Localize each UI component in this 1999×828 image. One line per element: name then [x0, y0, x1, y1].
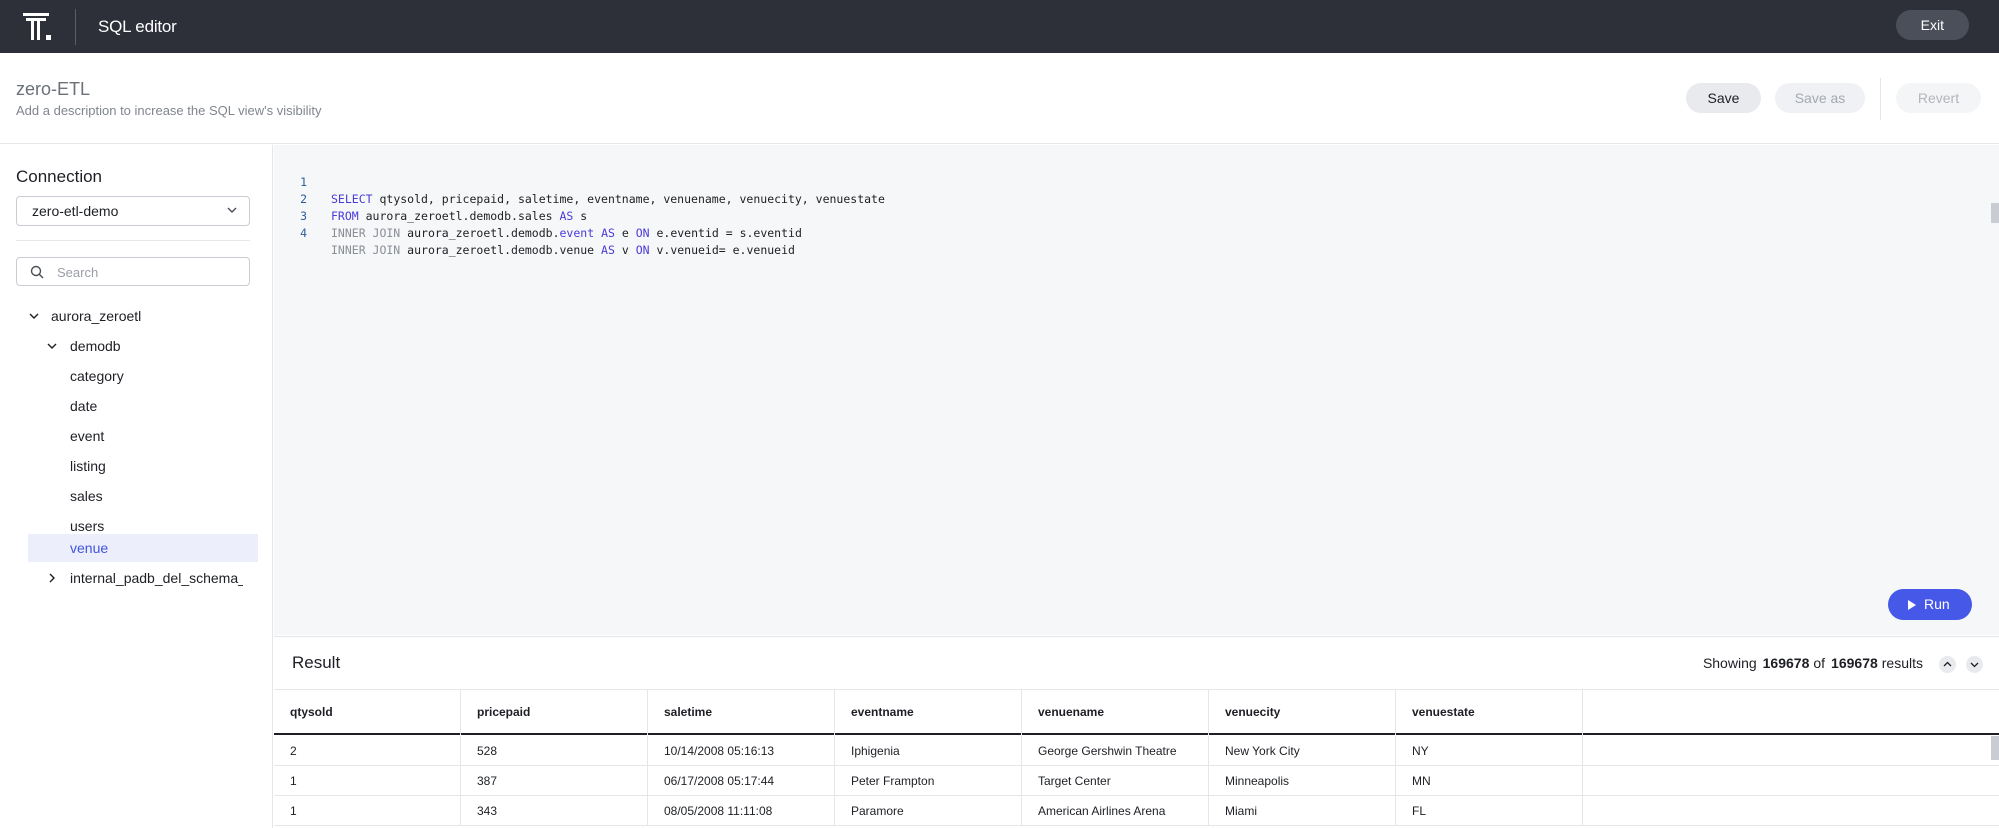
tree-item-category[interactable]: category	[28, 362, 258, 390]
tree-item-listing[interactable]: listing	[28, 452, 258, 480]
table-scrollbar[interactable]	[1991, 736, 1999, 760]
search-icon	[30, 265, 44, 279]
tree-item-label: category	[70, 368, 124, 384]
table-cell: 387	[461, 766, 648, 796]
column-header-venuestate[interactable]: venuestate	[1396, 690, 1583, 735]
result-header: Result Showing 169678 of 169678 results	[274, 636, 1999, 690]
column-header-qtysold[interactable]: qtysold	[274, 690, 461, 735]
tree-item-label: demodb	[70, 338, 121, 354]
table-cell: Iphigenia	[835, 736, 1022, 766]
connection-value: zero-etl-demo	[32, 203, 119, 219]
table-row[interactable]: 1 343 08/05/2008 11:11:08 Paramore Ameri…	[274, 796, 1999, 826]
chevron-down-icon	[29, 313, 39, 319]
tree-item-label: internal_padb_del_schema_	[70, 570, 243, 586]
connection-select[interactable]: zero-etl-demo	[16, 196, 250, 226]
table-cell: MN	[1396, 766, 1583, 796]
table-row[interactable]: 1 387 06/17/2008 05:17:44 Peter Frampton…	[274, 766, 1999, 796]
tree-item-date[interactable]: date	[28, 392, 258, 420]
result-count: Showing 169678 of 169678 results	[1702, 655, 1923, 671]
run-label: Run	[1924, 596, 1950, 612]
editor-scrollbar[interactable]	[1991, 203, 1999, 223]
column-header-venuename[interactable]: venuename	[1022, 690, 1209, 735]
table-cell: New York City	[1209, 736, 1396, 766]
table-cell: George Gershwin Theatre	[1022, 736, 1209, 766]
search-input[interactable]	[57, 263, 237, 281]
table-cell: Paramore	[835, 796, 1022, 826]
tree-item-event[interactable]: event	[28, 422, 258, 450]
revert-button[interactable]: Revert	[1896, 83, 1981, 113]
run-button[interactable]: Run	[1888, 589, 1972, 620]
exit-button[interactable]: Exit	[1895, 10, 1969, 40]
tree-item-internal-padb-del-schema[interactable]: internal_padb_del_schema_	[28, 564, 243, 592]
view-header: zero-ETL Add a description to increase t…	[0, 53, 1999, 144]
code-text: INNER JOIN aurora_zeroetl.demodb.event A…	[331, 226, 802, 240]
table-cell: 528	[461, 736, 648, 766]
tree-item-venue[interactable]: venue	[28, 534, 258, 562]
tree-item-label: event	[70, 428, 105, 444]
table-cell: FL	[1396, 796, 1583, 826]
table-cell: Peter Frampton	[835, 766, 1022, 796]
tree-item-label: listing	[70, 458, 106, 474]
table-cell: American Airlines Arena	[1022, 796, 1209, 826]
table-cell: 343	[461, 796, 648, 826]
view-description[interactable]: Add a description to increase the SQL vi…	[16, 103, 321, 118]
result-title: Result	[292, 653, 341, 672]
table-cell: 08/05/2008 11:11:08	[648, 796, 835, 826]
save-as-button[interactable]: Save as	[1775, 83, 1865, 113]
tree-item-aurora-zeroetl[interactable]: aurora_zeroetl	[28, 302, 258, 330]
table-cell: Minneapolis	[1209, 766, 1396, 796]
chevron-down-icon	[1970, 662, 1979, 668]
play-icon	[1908, 600, 1916, 610]
tree-item-demodb[interactable]: demodb	[28, 332, 258, 360]
table-header: qtysold pricepaid saletime eventname ven…	[274, 690, 1999, 735]
chevron-right-icon	[49, 573, 55, 583]
line-number: 4	[300, 226, 307, 240]
chevron-down-icon	[227, 207, 237, 213]
column-header-venuecity[interactable]: venuecity	[1209, 690, 1396, 735]
app-title: SQL editor	[98, 16, 177, 36]
code-line: 3 INNER JOIN aurora_zeroetl.demodb.event…	[274, 191, 1874, 240]
save-button[interactable]: Save	[1686, 83, 1761, 113]
table-cell: 2	[274, 736, 461, 766]
topbar-divider	[75, 8, 76, 45]
column-header-pricepaid[interactable]: pricepaid	[461, 690, 648, 735]
table-row[interactable]: 2 528 10/14/2008 05:16:13 Iphigenia Geor…	[274, 736, 1999, 766]
chevron-down-icon	[47, 343, 57, 349]
column-header-eventname[interactable]: eventname	[835, 690, 1022, 735]
column-header-saletime[interactable]: saletime	[648, 690, 835, 735]
schema-sidebar: Connection zero-etl-demo aurora_zeroetl …	[0, 145, 273, 828]
table-cell: Miami	[1209, 796, 1396, 826]
code-line: 2 FROM aurora_zeroetl.demodb.sales AS s	[274, 174, 1874, 223]
tree-item-label: sales	[70, 488, 103, 504]
table-cell: 1	[274, 796, 461, 826]
sidebar-divider	[16, 240, 250, 241]
search-field[interactable]	[16, 257, 250, 286]
scroll-down-button[interactable]	[1966, 656, 1983, 673]
tree-item-sales[interactable]: sales	[28, 482, 258, 510]
thoughtspot-logo-icon[interactable]	[23, 12, 53, 41]
scroll-up-button[interactable]	[1939, 656, 1956, 673]
table-cell: 1	[274, 766, 461, 796]
code-line: 1 SELECT qtysold, pricepaid, saletime, e…	[274, 157, 1874, 206]
tree-item-label: aurora_zeroetl	[51, 308, 142, 324]
connection-label: Connection	[16, 167, 103, 186]
table-cell: Target Center	[1022, 766, 1209, 796]
table-cell: NY	[1396, 736, 1583, 766]
sql-editor[interactable]: 1 SELECT qtysold, pricepaid, saletime, e…	[274, 145, 1999, 635]
view-title[interactable]: zero-ETL	[16, 79, 90, 100]
table-cell: 06/17/2008 05:17:44	[648, 766, 835, 796]
result-table: qtysold pricepaid saletime eventname ven…	[274, 690, 1999, 828]
code-line: 4 INNER JOIN aurora_zeroetl.demodb.venue…	[274, 208, 1874, 257]
chevron-up-icon	[1943, 661, 1952, 667]
top-bar: SQL editor Exit	[0, 0, 1999, 53]
header-divider	[1880, 78, 1881, 120]
table-cell: 10/14/2008 05:16:13	[648, 736, 835, 766]
tree-item-label: date	[70, 398, 98, 414]
code-text: INNER JOIN aurora_zeroetl.demodb.venue A…	[331, 243, 795, 257]
tree-item-label: venue	[70, 540, 109, 556]
